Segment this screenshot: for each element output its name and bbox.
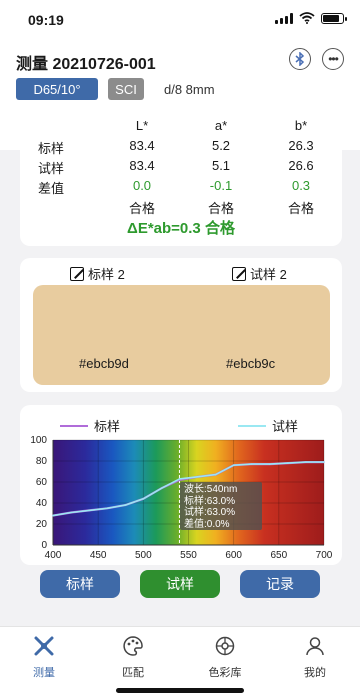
row-label: 试样: [38, 161, 65, 176]
tab-match[interactable]: 匹配: [103, 635, 163, 680]
value-l: 83.4: [129, 158, 155, 173]
lab-row-verdict: 合格 合格 合格: [20, 196, 342, 216]
row-label: 差值: [38, 181, 65, 196]
chart-tooltip: 波长:540nm 标样:63.0% 试样:63.0% 差值:0.0%: [180, 482, 262, 530]
profile-icon: [306, 637, 324, 656]
header-b: b*: [294, 118, 308, 133]
sample-hex: #ebcb9c: [226, 356, 276, 371]
verdict-l: 合格: [128, 201, 156, 216]
mode-selector[interactable]: SCI: [108, 78, 144, 100]
row-label: 标样: [38, 141, 65, 156]
lab-table: L* a* b* 标样 83.4 5.2 26.3 试样 83.4 5.1 26…: [20, 116, 342, 216]
more-icon: •••: [328, 52, 339, 66]
tab-label: 我的: [304, 667, 326, 679]
value-a: 5.2: [211, 138, 231, 153]
tab-label: 匹配: [122, 667, 144, 679]
illuminant-selector[interactable]: D65/10°: [16, 78, 98, 100]
standard-name[interactable]: 标样 2: [70, 264, 125, 283]
tab-label: 测量: [33, 667, 55, 679]
legend-swatch: [60, 424, 88, 427]
lab-header-row: L* a* b*: [20, 116, 342, 136]
tab-profile[interactable]: 我的: [285, 635, 345, 680]
header-a: a*: [214, 118, 228, 133]
page-title: 测量 20210726-001: [16, 56, 156, 73]
lab-results-card: L* a* b* 标样 83.4 5.2 26.3 试样 83.4 5.1 26…: [20, 108, 342, 246]
status-bar: 09:19: [0, 0, 360, 40]
bluetooth-icon: [295, 52, 305, 66]
tooltip-sample: 试样:63.0%: [184, 507, 236, 518]
edit-icon: [70, 266, 84, 281]
tab-label: 色彩库: [208, 667, 242, 679]
color-swatch-card: 标样 2 试样 2 #ebcb9d #ebcb9c: [20, 258, 342, 392]
wifi-icon: [299, 12, 315, 24]
battery-icon: [321, 12, 347, 24]
lab-row-difference: 差值 0.0 -0.1 0.3: [20, 176, 342, 196]
legend-swatch: [238, 424, 266, 427]
geometry-label: d/8 8mm: [164, 82, 215, 97]
color-swatch: #ebcb9d #ebcb9c: [33, 285, 330, 385]
standard-hex: #ebcb9d: [79, 356, 129, 371]
lab-row-sample: 试样 83.4 5.1 26.6: [20, 156, 342, 176]
value-a: 5.1: [211, 158, 231, 173]
delta-e-result: ΔE*ab=0.3 合格: [127, 220, 235, 237]
home-indicator: [116, 688, 244, 693]
legend-label: 试样: [272, 419, 299, 434]
standard-name-label: 标样 2: [88, 267, 125, 282]
value-b: 26.3: [288, 138, 314, 153]
edit-icon: [232, 266, 246, 281]
tooltip-standard: 标样:63.0%: [184, 495, 236, 507]
sample-name-label: 试样 2: [250, 267, 287, 282]
verdict-b: 合格: [287, 201, 315, 216]
value-da: -0.1: [209, 178, 233, 193]
tooltip-wavelength: 波长:540nm: [184, 484, 238, 495]
record-button[interactable]: 记录: [240, 570, 320, 598]
measure-icon: [34, 636, 54, 656]
tab-color-library[interactable]: 色彩库: [195, 635, 255, 680]
color-library-icon: [215, 636, 235, 656]
value-dl: 0.0: [132, 178, 152, 193]
more-button[interactable]: •••: [322, 48, 344, 70]
verdict-a: 合格: [207, 201, 235, 216]
bluetooth-button[interactable]: [289, 48, 311, 70]
header-l: L*: [135, 118, 149, 133]
value-db: 0.3: [291, 178, 311, 193]
value-l: 83.4: [129, 138, 155, 153]
cellular-signal-icon: [275, 12, 293, 24]
battery-level: [323, 14, 340, 22]
value-b: 26.6: [288, 158, 314, 173]
legend-sample: 试样: [238, 416, 298, 435]
status-time: 09:19: [28, 12, 64, 28]
tab-measure[interactable]: 测量: [14, 635, 74, 680]
action-bar: 标样 试样 记录: [0, 570, 360, 600]
lab-row-standard: 标样 83.4 5.2 26.3: [20, 136, 342, 156]
legend-standard: 标样: [60, 416, 120, 435]
legend-label: 标样: [94, 419, 121, 434]
sample-name[interactable]: 试样 2: [232, 264, 287, 283]
standard-button[interactable]: 标样: [40, 570, 120, 598]
sample-button[interactable]: 试样: [140, 570, 220, 598]
tooltip-difference: 差值:0.0%: [184, 518, 230, 530]
status-icons: [275, 12, 347, 24]
palette-icon: [123, 636, 143, 656]
